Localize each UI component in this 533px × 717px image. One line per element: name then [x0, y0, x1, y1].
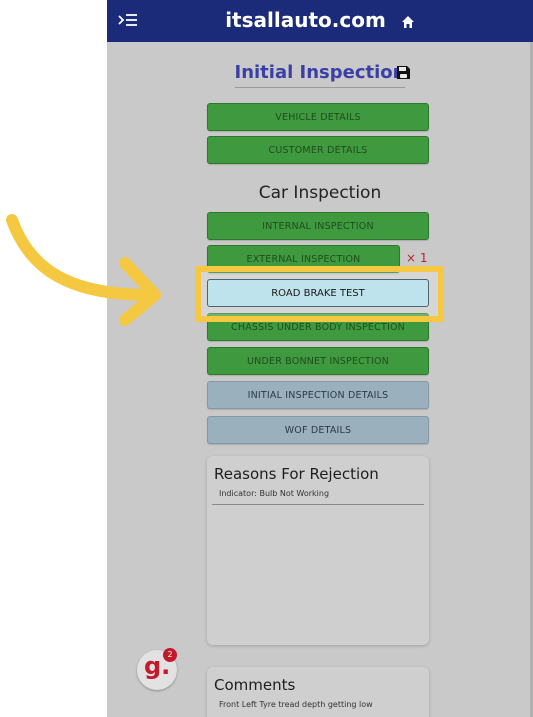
list-item: Indicator: Bulb Not Working	[219, 489, 330, 498]
app-frame: itsallauto.com Initial Inspection VEHICL…	[107, 0, 533, 717]
vehicle-details-button[interactable]: VEHICLE DETAILS	[207, 103, 429, 131]
brand: itsallauto.com	[107, 8, 533, 34]
divider	[212, 504, 424, 505]
internal-inspection-button[interactable]: INTERNAL INSPECTION	[207, 212, 429, 240]
site-name[interactable]: itsallauto.com	[225, 8, 386, 32]
comments-card: Comments Front Left Tyre tread depth get…	[207, 667, 429, 717]
badge-count: 2	[163, 648, 177, 662]
wof-details-button[interactable]: WOF DETAILS	[207, 416, 429, 444]
under-bonnet-button[interactable]: UNDER BONNET INSPECTION	[207, 347, 429, 375]
road-brake-test-button[interactable]: ROAD BRAKE TEST	[207, 279, 429, 307]
pointer-arrow-icon	[6, 214, 161, 326]
page-title: Initial Inspection	[234, 62, 406, 88]
home-icon[interactable]	[401, 10, 415, 34]
app-badge[interactable]: g. 2	[137, 648, 177, 690]
reasons-card: Reasons For Rejection Indicator: Bulb No…	[207, 456, 429, 645]
comments-heading: Comments	[214, 676, 296, 694]
top-bar: itsallauto.com	[107, 0, 533, 42]
fault-count: × 1	[406, 251, 428, 265]
reasons-heading: Reasons For Rejection	[214, 465, 379, 483]
initial-inspection-details-button[interactable]: INITIAL INSPECTION DETAILS	[207, 381, 429, 409]
save-icon[interactable]	[396, 65, 411, 80]
list-item: Front Left Tyre tread depth getting low	[219, 700, 373, 709]
customer-details-button[interactable]: CUSTOMER DETAILS	[207, 136, 429, 164]
title-row: Initial Inspection	[107, 62, 533, 88]
